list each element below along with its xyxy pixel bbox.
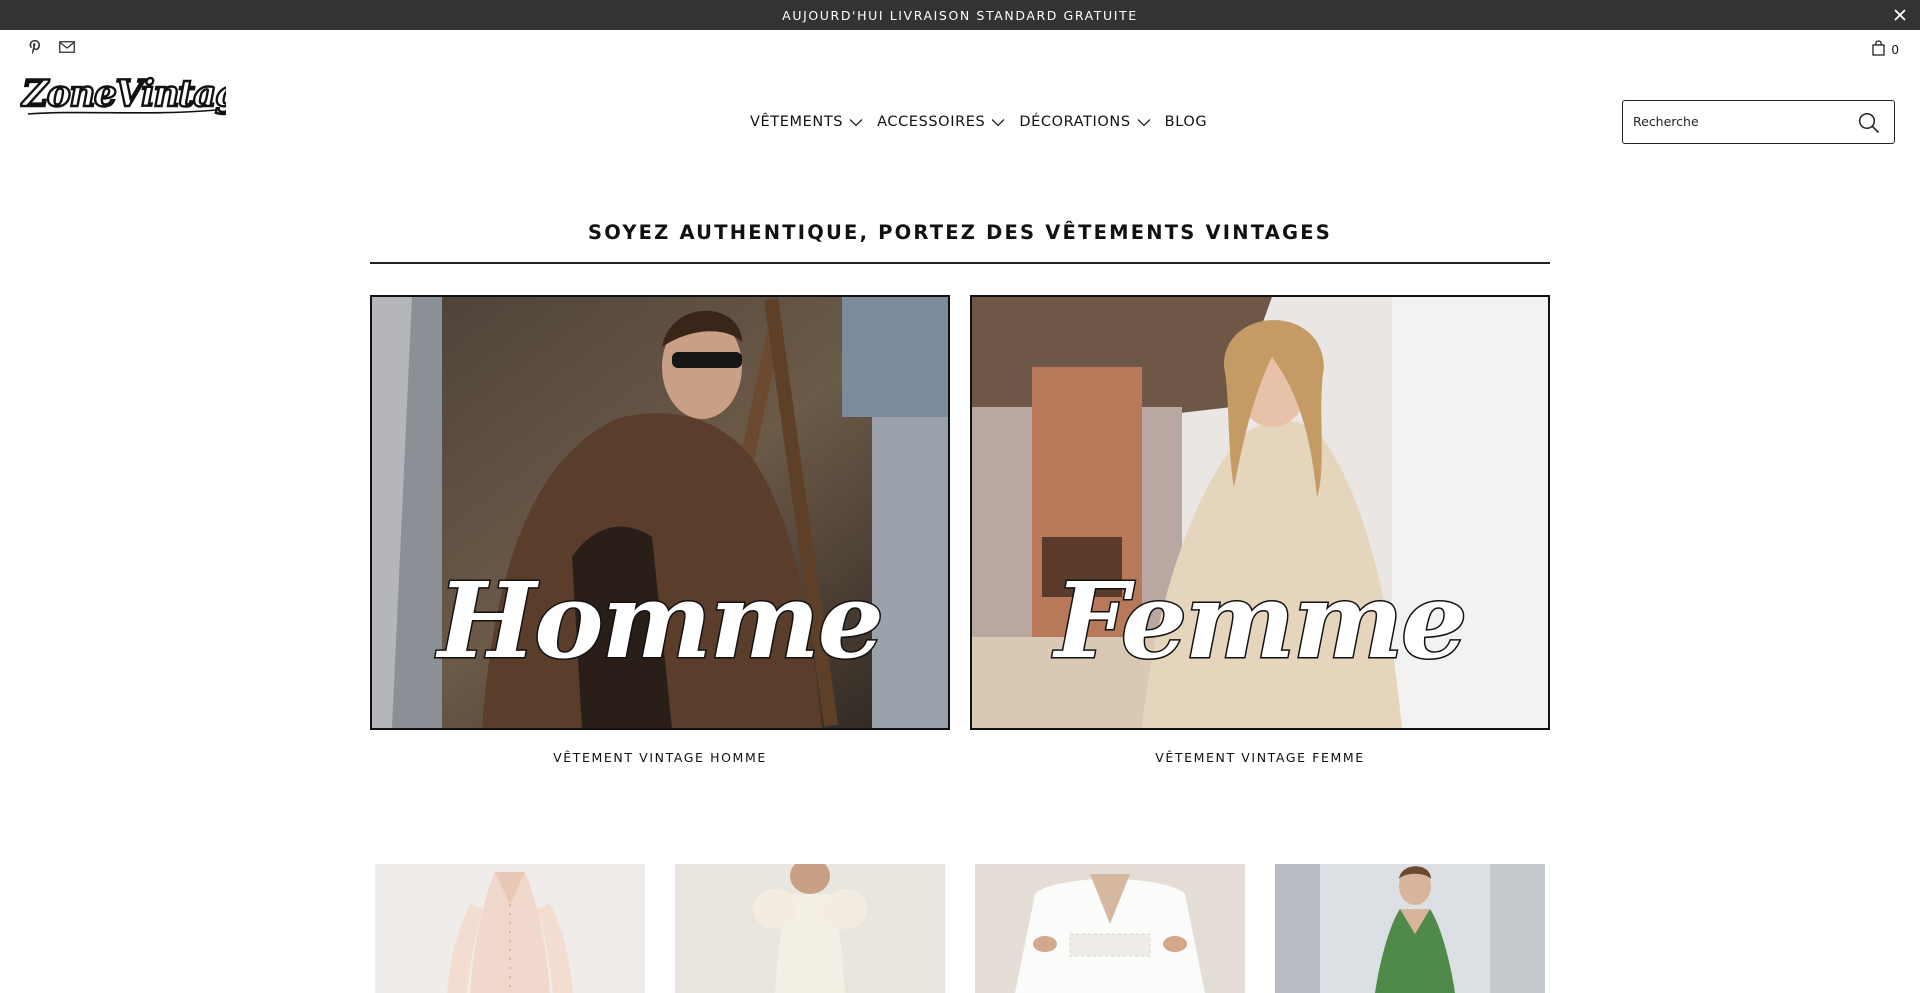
shopping-bag-icon — [1872, 40, 1886, 59]
collection-caption-homme[interactable]: VÊTEMENT VINTAGE HOMME — [370, 750, 950, 765]
nav-item-label: VÊTEMENTS — [750, 114, 844, 130]
nav-item-blog[interactable]: BLOG — [1165, 114, 1208, 130]
svg-text:ZoneVintage: ZoneVintage — [20, 73, 226, 115]
mail-icon[interactable] — [58, 38, 76, 56]
search-input[interactable] — [1633, 101, 1853, 142]
announcement-text: AUJOURD'HUI LIVRAISON STANDARD GRATUITE — [782, 7, 1138, 23]
main-nav: VÊTEMENTS ACCESSOIRES DÉCORATIONS BLOG — [750, 114, 1207, 130]
product-card[interactable] — [975, 864, 1245, 993]
nav-item-decorations[interactable]: DÉCORATIONS — [1019, 114, 1151, 130]
search-box — [1622, 100, 1895, 144]
product-image — [975, 864, 1245, 993]
product-image — [1275, 864, 1545, 993]
cart-count: 0 — [1891, 42, 1899, 57]
product-card[interactable] — [1275, 864, 1545, 993]
product-card[interactable] — [675, 864, 945, 993]
announcement-bar: AUJOURD'HUI LIVRAISON STANDARD GRATUITE — [0, 0, 1920, 30]
search-icon[interactable] — [1858, 112, 1880, 134]
cart-button[interactable]: 0 — [1872, 40, 1899, 59]
collection-script-title: Homme — [437, 559, 886, 682]
product-card[interactable] — [375, 864, 645, 993]
pinterest-icon[interactable] — [26, 38, 44, 56]
site-logo[interactable]: ZoneVintage — [19, 70, 264, 122]
collection-card-homme[interactable]: Homme — [370, 295, 950, 730]
page-title: SOYEZ AUTHENTIQUE, PORTEZ DES VÊTEMENTS … — [588, 221, 1332, 244]
product-image — [675, 864, 945, 993]
nav-item-label: BLOG — [1164, 114, 1208, 130]
collection-caption-femme[interactable]: VÊTEMENT VINTAGE FEMME — [970, 750, 1550, 765]
social-links — [26, 38, 76, 56]
nav-item-label: ACCESSOIRES — [877, 114, 986, 130]
chevron-down-icon — [991, 118, 1005, 126]
nav-item-label: DÉCORATIONS — [1019, 114, 1131, 130]
nav-item-accessoires[interactable]: ACCESSOIRES — [877, 114, 1005, 130]
collection-card-femme[interactable]: Femme — [970, 295, 1550, 730]
chevron-down-icon — [849, 118, 863, 126]
collection-script-title: Femme — [1053, 559, 1469, 682]
divider — [370, 262, 1550, 264]
chevron-down-icon — [1137, 118, 1151, 126]
product-image — [375, 864, 645, 993]
nav-item-vetements[interactable]: VÊTEMENTS — [750, 114, 863, 130]
close-icon[interactable] — [1890, 5, 1910, 25]
